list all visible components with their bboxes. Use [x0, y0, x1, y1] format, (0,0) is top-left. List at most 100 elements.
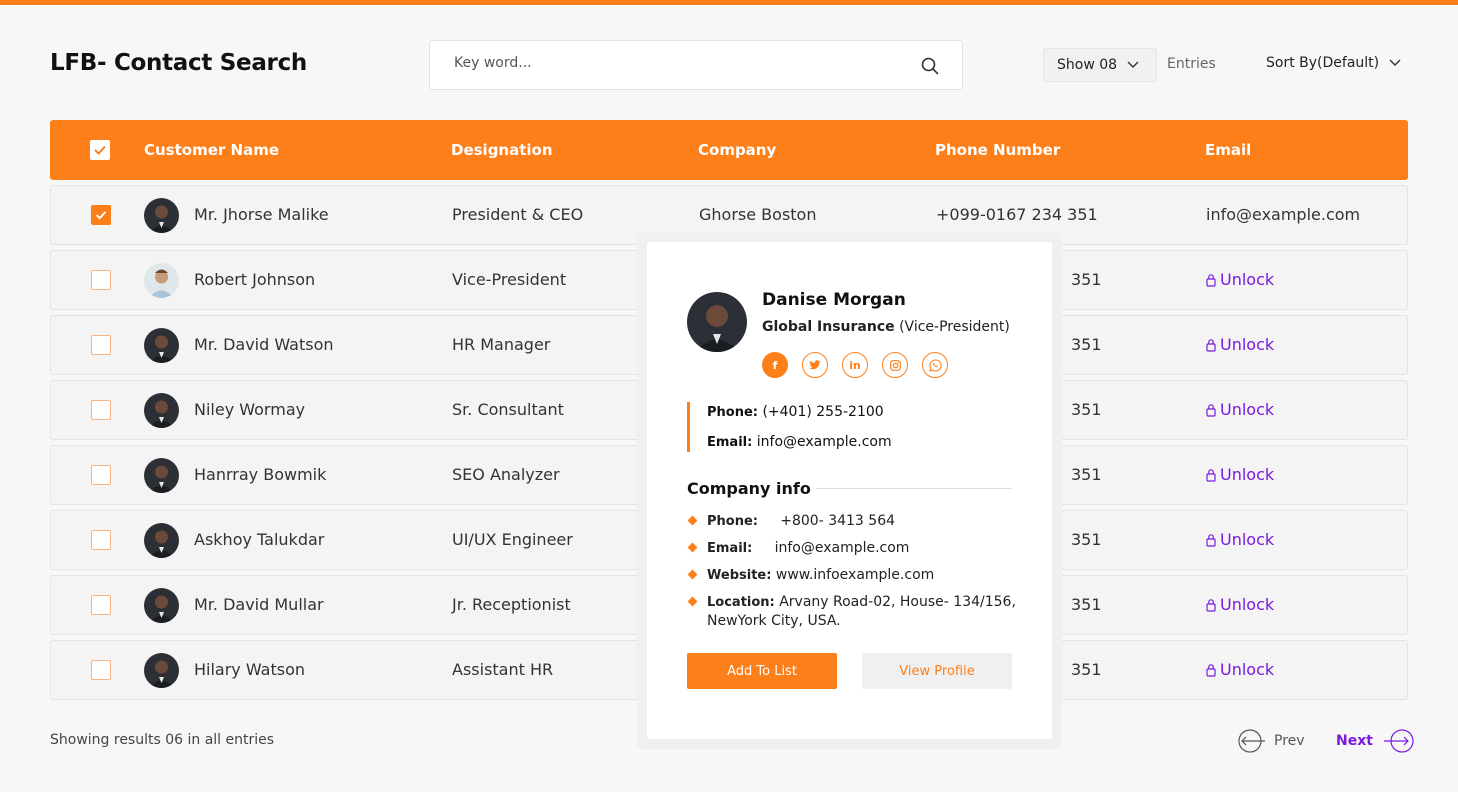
row-checkbox[interactable] [91, 465, 111, 485]
twitter-icon[interactable] [802, 352, 828, 378]
select-all-checkbox[interactable] [90, 140, 110, 160]
column-header-designation[interactable]: Designation [451, 141, 553, 159]
company-info-item: Website: www.infoexample.com [687, 566, 1017, 585]
popup-email[interactable]: info@example.com [757, 434, 892, 450]
designation: Assistant HR [452, 660, 554, 679]
lock-icon [1206, 338, 1216, 352]
row-checkbox[interactable] [91, 530, 111, 550]
show-entries-select[interactable]: Show 08 [1043, 48, 1157, 82]
avatar [144, 393, 179, 428]
popup-contact-name: Danise Morgan [762, 290, 906, 310]
company-info-item: Location: Arvany Road-02, House- 134/156… [687, 593, 1017, 630]
search-box[interactable] [429, 40, 963, 90]
company-website[interactable]: www.infoexample.com [776, 567, 934, 583]
customer-name[interactable]: Mr. Jhorse Malike [194, 205, 329, 224]
company-phone-key: Phone: [707, 514, 758, 529]
chevron-down-icon [1127, 61, 1139, 68]
popup-email-line: Email: info@example.com [707, 432, 892, 462]
prev-button[interactable]: Prev [1236, 729, 1305, 753]
sort-by-dropdown[interactable]: Sort By(Default) [1266, 55, 1401, 71]
entries-label: Entries [1167, 56, 1216, 72]
unlock-label: Unlock [1220, 660, 1275, 679]
instagram-icon[interactable] [882, 352, 908, 378]
row-checkbox[interactable] [91, 400, 111, 420]
phone-number: +099-0167 234 351 [936, 205, 1098, 224]
unlock-link[interactable]: Unlock [1206, 335, 1274, 354]
row-checkbox[interactable] [91, 660, 111, 680]
unlock-link[interactable]: Unlock [1206, 465, 1274, 484]
customer-name[interactable]: Niley Wormay [194, 400, 305, 419]
company-email-key: Email: [707, 541, 753, 556]
designation: HR Manager [452, 335, 551, 354]
phone-number-partial: 351 [1071, 465, 1102, 484]
designation: President & CEO [452, 205, 584, 224]
avatar [144, 523, 179, 558]
company-location-key: Location: [707, 595, 775, 610]
phone-number-partial: 351 [1071, 530, 1102, 549]
customer-name[interactable]: Hilary Watson [194, 660, 305, 679]
results-summary: Showing results 06 in all entries [50, 732, 275, 748]
lock-icon [1206, 663, 1216, 677]
social-links: f in [762, 352, 962, 378]
row-checkbox[interactable] [91, 270, 111, 290]
designation: Sr. Consultant [452, 400, 564, 419]
chevron-down-icon [1389, 59, 1401, 66]
column-header-email[interactable]: Email [1205, 141, 1251, 159]
avatar [144, 328, 179, 363]
next-label: Next [1336, 733, 1373, 749]
customer-name[interactable]: Mr. David Watson [194, 335, 334, 354]
lock-icon [1206, 598, 1216, 612]
phone-number-partial: 351 [1071, 270, 1102, 289]
customer-name[interactable]: Askhoy Talukdar [194, 530, 324, 549]
next-button[interactable]: Next [1336, 729, 1415, 753]
company-email[interactable]: info@example.com [775, 540, 910, 556]
popup-role: (Vice-President) [899, 319, 1010, 335]
view-profile-button[interactable]: View Profile [862, 653, 1012, 689]
top-accent-bar [0, 0, 1458, 5]
email[interactable]: info@example.com [1206, 205, 1360, 224]
company-info-item: Phone: +800- 3413 564 [687, 512, 1017, 531]
designation: Vice-President [452, 270, 567, 289]
add-to-list-button[interactable]: Add To List [687, 653, 837, 689]
customer-name[interactable]: Mr. David Mullar [194, 595, 324, 614]
unlock-label: Unlock [1220, 335, 1275, 354]
company-info-title: Company info [687, 479, 811, 498]
arrow-left-icon [1238, 729, 1265, 753]
unlock-link[interactable]: Unlock [1206, 595, 1274, 614]
divider [816, 488, 1012, 489]
unlock-label: Unlock [1220, 465, 1275, 484]
arrow-right-icon [1383, 729, 1414, 753]
facebook-icon[interactable]: f [762, 352, 788, 378]
unlock-link[interactable]: Unlock [1206, 270, 1274, 289]
popup-phone[interactable]: (+401) 255-2100 [762, 404, 883, 420]
table-header: Customer Name Designation Company Phone … [50, 120, 1408, 180]
search-icon[interactable] [921, 57, 939, 75]
column-header-phone-number[interactable]: Phone Number [935, 141, 1060, 159]
designation: UI/UX Engineer [452, 530, 573, 549]
search-input[interactable] [454, 55, 894, 71]
company-website-key: Website: [707, 568, 772, 583]
whatsapp-icon[interactable] [922, 352, 948, 378]
company-info-item: Email: info@example.com [687, 539, 1017, 558]
avatar [144, 198, 179, 233]
row-checkbox[interactable] [91, 205, 111, 225]
avatar [144, 588, 179, 623]
row-checkbox[interactable] [91, 595, 111, 615]
customer-name[interactable]: Hanrray Bowmik [194, 465, 326, 484]
lock-icon [1206, 273, 1216, 287]
popup-contact-subtitle: Global Insurance (Vice-President) [762, 319, 1010, 335]
unlock-label: Unlock [1220, 270, 1275, 289]
popup-contact-details: Phone: (+401) 255-2100 Email: info@examp… [687, 402, 892, 452]
unlock-link[interactable]: Unlock [1206, 400, 1274, 419]
phone-number-partial: 351 [1071, 660, 1102, 679]
designation: SEO Analyzer [452, 465, 560, 484]
unlock-link[interactable]: Unlock [1206, 660, 1274, 679]
linkedin-icon[interactable]: in [842, 352, 868, 378]
avatar [144, 653, 179, 688]
column-header-customer-name[interactable]: Customer Name [144, 141, 279, 159]
column-header-company[interactable]: Company [698, 141, 776, 159]
prev-label: Prev [1274, 733, 1305, 749]
customer-name[interactable]: Robert Johnson [194, 270, 315, 289]
row-checkbox[interactable] [91, 335, 111, 355]
unlock-link[interactable]: Unlock [1206, 530, 1274, 549]
